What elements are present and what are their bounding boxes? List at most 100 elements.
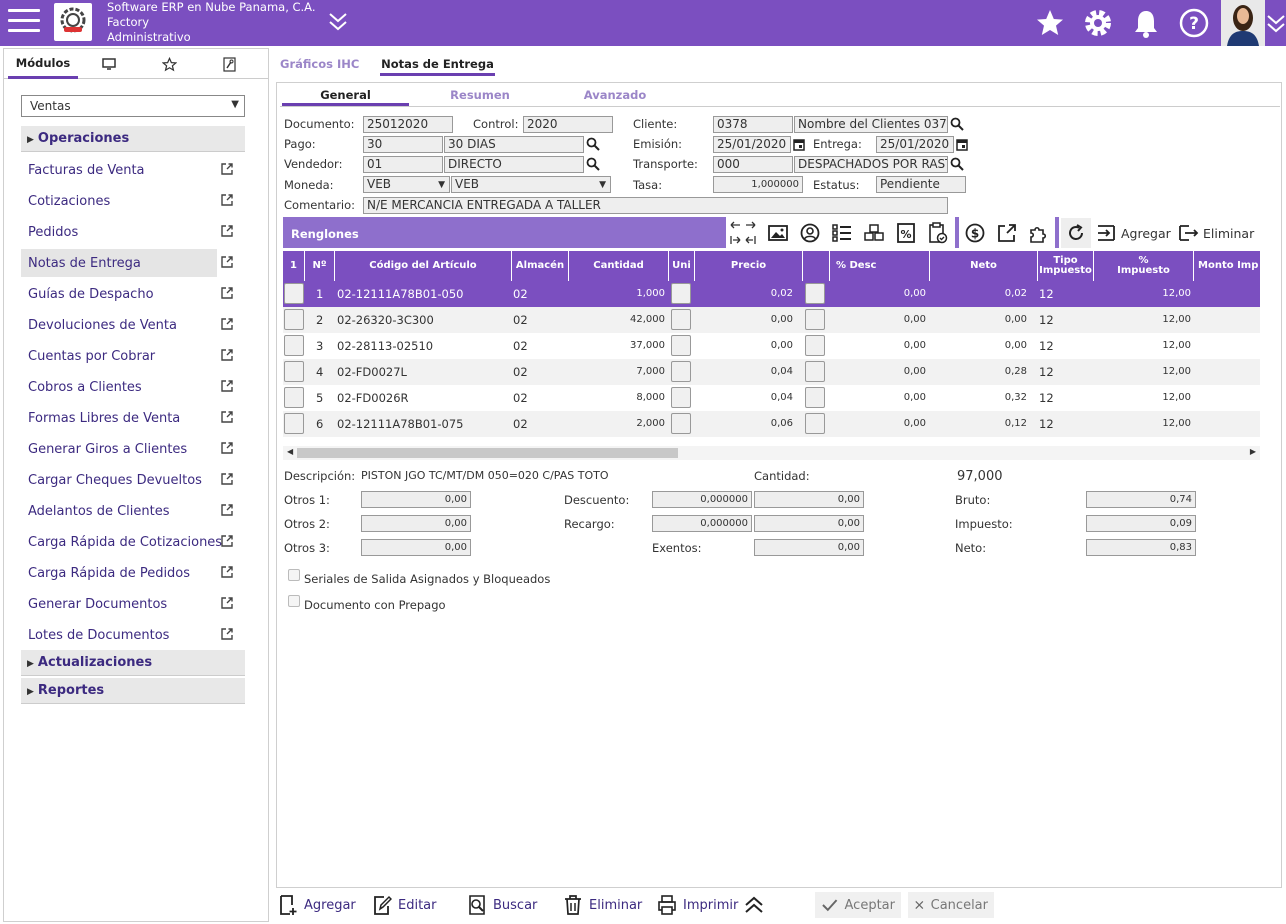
imprimir-button[interactable]: Imprimir: [657, 892, 738, 918]
scroll-left-icon[interactable]: ◀: [287, 447, 293, 456]
sidebar-item[interactable]: Cuentas por Cobrar: [21, 342, 245, 370]
external-link-icon[interactable]: [220, 317, 234, 331]
table-row[interactable]: 6 02-12111A78B01-075 02 2,000 0,06 0,00 0,12 12…: [283, 411, 1260, 437]
star-icon[interactable]: [1034, 7, 1066, 39]
tab-modulos[interactable]: Módulos: [8, 49, 78, 79]
external-link-icon[interactable]: [220, 379, 234, 393]
row-select-checkbox[interactable]: [284, 387, 304, 408]
col-monto-impuesto[interactable]: Monto Imp: [1194, 251, 1260, 281]
control-input[interactable]: 2020: [523, 116, 613, 133]
aceptar-button[interactable]: Aceptar: [815, 892, 901, 918]
search-icon[interactable]: [950, 157, 964, 171]
sidebar-item[interactable]: Carga Rápida de Cotizaciones: [21, 528, 245, 556]
eliminar-button[interactable]: Eliminar: [563, 892, 642, 918]
external-link-icon[interactable]: [220, 286, 234, 300]
add-row-icon[interactable]: [1095, 222, 1117, 244]
search-icon[interactable]: [586, 157, 600, 171]
moneda-code-select[interactable]: VEB ▼: [363, 176, 450, 193]
user-circle-icon[interactable]: [799, 222, 821, 244]
col-codigo[interactable]: Código del Artículo: [335, 251, 512, 281]
table-row[interactable]: 3 02-28113-02510 02 37,000 0,00 0,00 0,00 12 12,…: [283, 333, 1260, 359]
table-row[interactable]: 2 02-26320-3C300 02 42,000 0,00 0,00 0,00 12 12,…: [283, 307, 1260, 333]
comentario-input[interactable]: N/E MERCANCIA ENTREGADA A TALLER: [363, 197, 948, 214]
external-link-icon[interactable]: [220, 472, 234, 486]
tab-notas-de-entrega[interactable]: Notas de Entrega: [380, 48, 495, 76]
section-actualizaciones[interactable]: ▶ Actualizaciones: [21, 650, 245, 676]
sidebar-item[interactable]: Cobros a Clientes: [21, 373, 245, 401]
grid-horizontal-scrollbar[interactable]: ◀ ▶: [283, 446, 1260, 460]
table-row[interactable]: 1 02-12111A78B01-050 02 1,000 0,02 0,00 0,02 12…: [283, 281, 1260, 307]
dollar-circle-icon[interactable]: $: [964, 222, 986, 244]
cell-precio-picker[interactable]: [805, 283, 825, 304]
refresh-button[interactable]: [1061, 218, 1091, 248]
boxes-icon[interactable]: [863, 222, 885, 244]
tab-graficos-ihc[interactable]: Gráficos IHC: [280, 48, 360, 76]
recargo-pct-input[interactable]: 0,000000: [652, 515, 752, 532]
cell-unidad-picker[interactable]: [671, 309, 691, 330]
cell-precio-picker[interactable]: [805, 335, 825, 356]
external-link-icon[interactable]: [220, 503, 234, 517]
scrollbar-thumb[interactable]: [297, 448, 678, 458]
external-link-icon[interactable]: [220, 224, 234, 238]
otros2-input[interactable]: 0,00: [361, 515, 471, 532]
transporte-desc-input[interactable]: DESPACHADOS POR RASTRA: [794, 156, 948, 173]
vendedor-desc-input[interactable]: DIRECTO: [444, 156, 584, 173]
col-porc-impuesto[interactable]: % Impuesto: [1094, 251, 1194, 281]
sidebar-item[interactable]: Pedidos: [21, 218, 245, 246]
user-avatar[interactable]: [1221, 0, 1265, 46]
calendar-icon[interactable]: [792, 137, 806, 151]
agregar-button[interactable]: Agregar: [278, 892, 356, 918]
buscar-button[interactable]: Buscar: [467, 892, 537, 918]
eliminar-renglon-button[interactable]: Eliminar: [1203, 226, 1254, 241]
tab-desktop[interactable]: [84, 49, 134, 79]
sidebar-item[interactable]: Devoluciones de Venta: [21, 311, 245, 339]
chevron-double-down-icon[interactable]: [1266, 12, 1286, 44]
remove-row-icon[interactable]: [1177, 222, 1199, 244]
pago-code-input[interactable]: 30: [363, 136, 443, 153]
cliente-name-input[interactable]: Nombre del Clientes 0378: [794, 116, 948, 133]
external-link-icon[interactable]: [220, 596, 234, 610]
pago-desc-input[interactable]: 30 DIAS: [444, 136, 584, 153]
agregar-renglon-button[interactable]: Agregar: [1121, 226, 1171, 241]
sidebar-item[interactable]: Lotes de Documentos: [21, 621, 245, 649]
cell-precio-picker[interactable]: [805, 387, 825, 408]
section-reportes[interactable]: ▶ Reportes: [21, 678, 245, 704]
hamburger-menu-icon[interactable]: [8, 9, 40, 35]
section-operaciones[interactable]: ▶ Operaciones: [21, 126, 245, 152]
tab-resumen[interactable]: Resumen: [420, 84, 540, 106]
expand-collapse-icon[interactable]: [728, 218, 758, 251]
clipboard-check-icon[interactable]: [927, 222, 949, 244]
chevron-double-down-icon[interactable]: [328, 10, 348, 37]
gear-icon[interactable]: [1082, 7, 1114, 39]
cell-unidad-picker[interactable]: [671, 387, 691, 408]
moneda-desc-select[interactable]: VEB ▼: [451, 176, 611, 193]
vendedor-code-input[interactable]: 01: [363, 156, 443, 173]
sidebar-item[interactable]: Carga Rápida de Pedidos: [21, 559, 245, 587]
tab-favorites[interactable]: [144, 49, 194, 79]
tasa-input[interactable]: 1,000000: [713, 176, 803, 193]
emision-input[interactable]: 25/01/2020: [713, 136, 791, 153]
external-link-icon[interactable]: [220, 627, 234, 641]
col-neto[interactable]: Neto: [930, 251, 1038, 281]
cancelar-button[interactable]: Cancelar: [908, 892, 994, 918]
tab-general[interactable]: General: [282, 84, 409, 106]
sidebar-item[interactable]: Generar Giros a Clientes: [21, 435, 245, 463]
image-icon[interactable]: [767, 222, 789, 244]
tab-avanzado[interactable]: Avanzado: [555, 84, 675, 106]
otros1-input[interactable]: 0,00: [361, 491, 471, 508]
col-select[interactable]: 1: [283, 251, 305, 281]
col-precio[interactable]: Precio: [695, 251, 803, 281]
external-link-icon[interactable]: [220, 255, 234, 269]
row-select-checkbox[interactable]: [284, 335, 304, 356]
external-link-icon[interactable]: [996, 222, 1018, 244]
cell-unidad-picker[interactable]: [671, 335, 691, 356]
external-link-icon[interactable]: [220, 534, 234, 548]
chevron-double-up-icon[interactable]: [743, 892, 771, 918]
cell-unidad-picker[interactable]: [671, 283, 691, 304]
recargo-input[interactable]: 0,00: [754, 515, 864, 532]
sidebar-item[interactable]: Guías de Despacho: [21, 280, 245, 308]
cell-precio-picker[interactable]: [805, 361, 825, 382]
sidebar-item[interactable]: Adelantos de Clientes: [21, 497, 245, 525]
list-icon[interactable]: [831, 222, 853, 244]
row-select-checkbox[interactable]: [284, 413, 304, 434]
